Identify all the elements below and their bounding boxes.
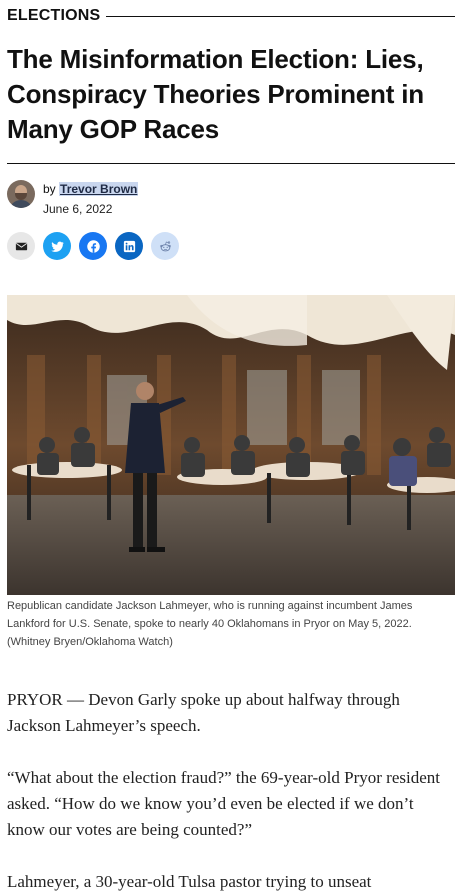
author-link[interactable]: Trevor Brown [59, 182, 139, 196]
linkedin-icon [123, 240, 135, 252]
share-facebook-button[interactable] [79, 232, 107, 260]
paragraph: Lahmeyer, a 30-year-old Tulsa pastor try… [7, 872, 372, 891]
facebook-icon [86, 239, 100, 253]
event-hall-photo [7, 295, 455, 595]
reddit-icon [159, 240, 171, 251]
headline: The Misinformation Election: Lies, Consp… [7, 44, 424, 144]
byline: by Trevor Brown June 6, 2022 [7, 180, 455, 218]
section-label[interactable]: ELECTIONS [7, 7, 100, 25]
headline-divider [7, 163, 455, 164]
share-reddit-button[interactable] [151, 232, 179, 260]
share-twitter-button[interactable] [43, 232, 71, 260]
byline-text: by Trevor Brown June 6, 2022 [43, 180, 139, 216]
section-divider [106, 15, 455, 17]
paragraph: PRYOR — Devon Garly spoke up about halfw… [7, 690, 400, 735]
share-linkedin-button[interactable] [115, 232, 143, 260]
twitter-icon [50, 241, 64, 252]
article: ELECTIONS The Misinformation Election: L… [0, 0, 462, 895]
article-body: PRYOR — Devon Garly spoke up about halfw… [7, 687, 455, 895]
share-buttons [7, 232, 455, 260]
author-avatar[interactable] [7, 180, 35, 208]
section-header: ELECTIONS [7, 0, 455, 32]
publish-date: June 6, 2022 [43, 202, 113, 216]
paragraph: “What about the election fraud?” the 69-… [7, 768, 440, 839]
photo-caption: Republican candidate Jackson Lahmeyer, w… [7, 600, 413, 648]
byline-prefix: by [43, 182, 56, 196]
email-icon [15, 242, 27, 250]
lead-photo[interactable] [7, 295, 455, 595]
share-email-button[interactable] [7, 232, 35, 260]
